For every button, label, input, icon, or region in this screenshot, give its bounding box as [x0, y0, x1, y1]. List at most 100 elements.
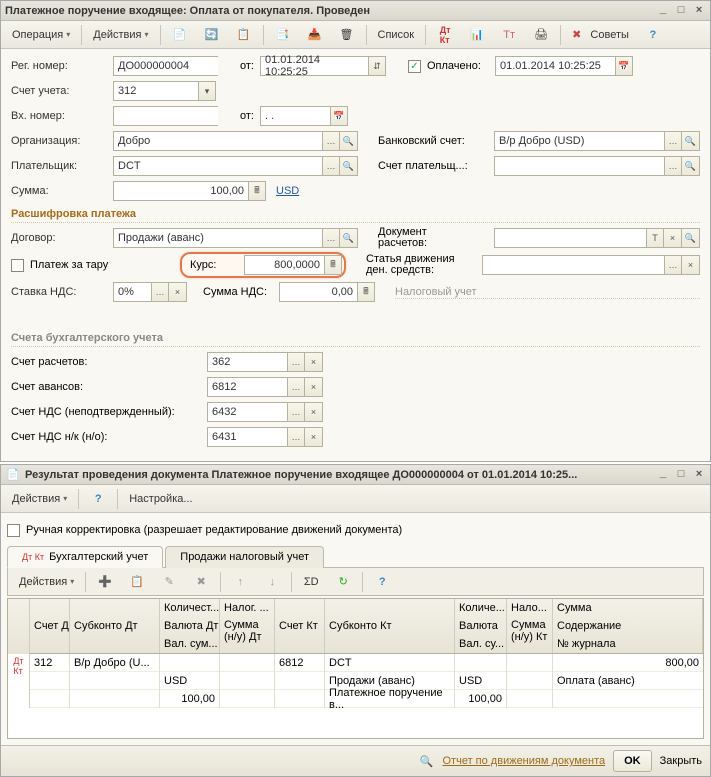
sum-input[interactable]: 100,00 🖩 [113, 181, 266, 201]
minimize-button[interactable]: _ [656, 468, 670, 482]
settings-button[interactable]: Настройка... [122, 488, 199, 510]
dropdown-icon[interactable]: ▾ [198, 81, 216, 101]
ellipsis-icon[interactable]: … [287, 402, 305, 422]
close-link[interactable]: Закрыть [660, 755, 702, 767]
col-qty-kt[interactable]: Количе... [455, 599, 507, 617]
settlement-input[interactable]: 362 … × [207, 352, 323, 372]
lookup-icon[interactable]: 🔍 [340, 131, 358, 151]
col-sumnu-dt[interactable]: Сумма(н/у) Дт [220, 617, 275, 653]
paid-date-input[interactable]: 01.01.2014 10:25:25 📅 [495, 56, 633, 76]
currency-link[interactable]: USD [276, 185, 299, 197]
rate-input[interactable]: 800,0000 🖩 [244, 255, 342, 275]
delete-icon[interactable]: ✖ [186, 571, 216, 593]
sigma-icon[interactable]: ΣD [296, 571, 326, 593]
col-valsum-kt[interactable]: Вал. су... [455, 635, 507, 653]
lookup-icon[interactable]: 🔍 [682, 228, 700, 248]
in-number-input[interactable] [113, 106, 218, 126]
calc-icon[interactable]: 🖩 [248, 181, 266, 201]
vat-rate-input[interactable]: 0% … × [113, 282, 187, 302]
account-input[interactable]: 312 ▾ [113, 81, 216, 101]
close-button[interactable]: × [692, 4, 706, 18]
in-date-input[interactable]: . . 📅 [260, 106, 348, 126]
ellipsis-icon[interactable]: … [287, 377, 305, 397]
paid-checkbox[interactable]: ✓ [408, 60, 421, 73]
report-link[interactable]: Отчет по движениям документа [443, 755, 606, 767]
calendar-icon[interactable]: 📅 [615, 56, 633, 76]
document-icon[interactable]: 📋 [229, 24, 259, 46]
list-button[interactable]: Список [371, 24, 422, 46]
ellipsis-icon[interactable]: … [664, 255, 682, 275]
col-acct-kt[interactable]: Счет Кт [275, 599, 325, 653]
doc-calc-input[interactable]: T × 🔍 [494, 228, 700, 248]
maximize-button[interactable]: □ [674, 468, 688, 482]
lookup-icon[interactable]: 🔍 [340, 228, 358, 248]
ellipsis-icon[interactable]: … [151, 282, 169, 302]
vat-sum-input[interactable]: 0,00 🖩 [279, 282, 375, 302]
movements-grid[interactable]: Счет Дт Субконто Дт Количест... Валюта Д… [7, 598, 704, 739]
help-icon[interactable]: ? [367, 571, 397, 593]
reg-number-input[interactable]: ДО000000004 [113, 56, 218, 76]
refresh-icon[interactable]: ↻ [328, 571, 358, 593]
col-journal[interactable]: № журнала [553, 635, 703, 653]
clear-icon[interactable]: × [305, 427, 323, 447]
ellipsis-icon[interactable]: … [322, 156, 340, 176]
col-cur-kt[interactable]: Валюта [455, 617, 507, 635]
advance-input[interactable]: 6812 … × [207, 377, 323, 397]
calendar-icon[interactable]: 📅 [330, 106, 348, 126]
col-qty-dt[interactable]: Количест... [160, 599, 220, 617]
lookup-icon[interactable]: 🔍 [682, 156, 700, 176]
col-subconto-kt[interactable]: Субконто Кт [325, 599, 455, 653]
report-icon[interactable]: 📊 [462, 24, 492, 46]
lookup-icon[interactable]: 🔍 [340, 156, 358, 176]
date-spinner-icon[interactable]: ⇵ [368, 56, 386, 76]
copy-icon[interactable]: 📑 [268, 24, 298, 46]
col-cur-dt[interactable]: Валюта Дт [160, 617, 220, 635]
col-content[interactable]: Содержание [553, 617, 703, 635]
contract-input[interactable]: Продажи (аванс) … 🔍 [113, 228, 358, 248]
vat-unconf-input[interactable]: 6432 … × [207, 402, 323, 422]
flow-input[interactable]: … × [482, 255, 700, 275]
dtkt-icon[interactable]: ДтКт [430, 24, 460, 46]
paste-icon[interactable]: 📥 [300, 24, 330, 46]
help-icon[interactable]: ? [638, 24, 668, 46]
ellipsis-icon[interactable]: … [664, 131, 682, 151]
down-icon[interactable]: ↓ [257, 571, 287, 593]
tips-button[interactable]: ✖ Советы [565, 24, 636, 46]
maximize-button[interactable]: □ [674, 4, 688, 18]
actions-menu[interactable]: Действия▾ [86, 24, 155, 46]
calc-icon[interactable]: 🖩 [357, 282, 375, 302]
reg-date-input[interactable]: 01.01.2014 10:25:25 ⇵ [260, 56, 386, 76]
clear-icon[interactable]: × [305, 352, 323, 372]
clear-icon[interactable]: × [305, 402, 323, 422]
ellipsis-icon[interactable]: … [322, 228, 340, 248]
vat-nk-input[interactable]: 6431 … × [207, 427, 323, 447]
clear-icon[interactable]: × [169, 282, 187, 302]
ellipsis-icon[interactable]: … [287, 352, 305, 372]
org-input[interactable]: Добро … 🔍 [113, 131, 358, 151]
actions-menu[interactable]: Действия▾ [5, 488, 74, 510]
minimize-button[interactable]: _ [656, 4, 670, 18]
col-acct-dt[interactable]: Счет Дт [30, 599, 70, 653]
calc-icon[interactable]: 🖩 [324, 255, 342, 275]
clear-icon[interactable]: × [305, 377, 323, 397]
add-icon[interactable]: ➕ [90, 571, 120, 593]
col-subconto-dt[interactable]: Субконто Дт [70, 599, 160, 653]
col-tax-dt[interactable]: Налог. ... [220, 599, 275, 617]
up-icon[interactable]: ↑ [225, 571, 255, 593]
tab-accounting[interactable]: Дт Кт Бухгалтерский учет [7, 546, 163, 568]
copy-icon[interactable]: 📋 [122, 571, 152, 593]
ellipsis-icon[interactable]: … [322, 131, 340, 151]
edit-icon[interactable]: ✎ [154, 571, 184, 593]
tree-icon[interactable]: Тт [494, 24, 524, 46]
ellipsis-icon[interactable]: … [287, 427, 305, 447]
grid-actions-menu[interactable]: Действия▾ [12, 571, 81, 593]
print-icon[interactable]: 🖨 [526, 24, 556, 46]
close-button[interactable]: × [692, 468, 706, 482]
tab-tax[interactable]: Продажи налоговый учет [165, 546, 324, 568]
col-sum[interactable]: Сумма [553, 599, 703, 617]
help-icon[interactable]: ? [83, 488, 113, 510]
bank-account-input[interactable]: В/р Добро (USD) … 🔍 [494, 131, 700, 151]
post-icon[interactable]: 📄 [165, 24, 195, 46]
payer-account-input[interactable]: … 🔍 [494, 156, 700, 176]
ok-button[interactable]: OK [613, 750, 652, 772]
